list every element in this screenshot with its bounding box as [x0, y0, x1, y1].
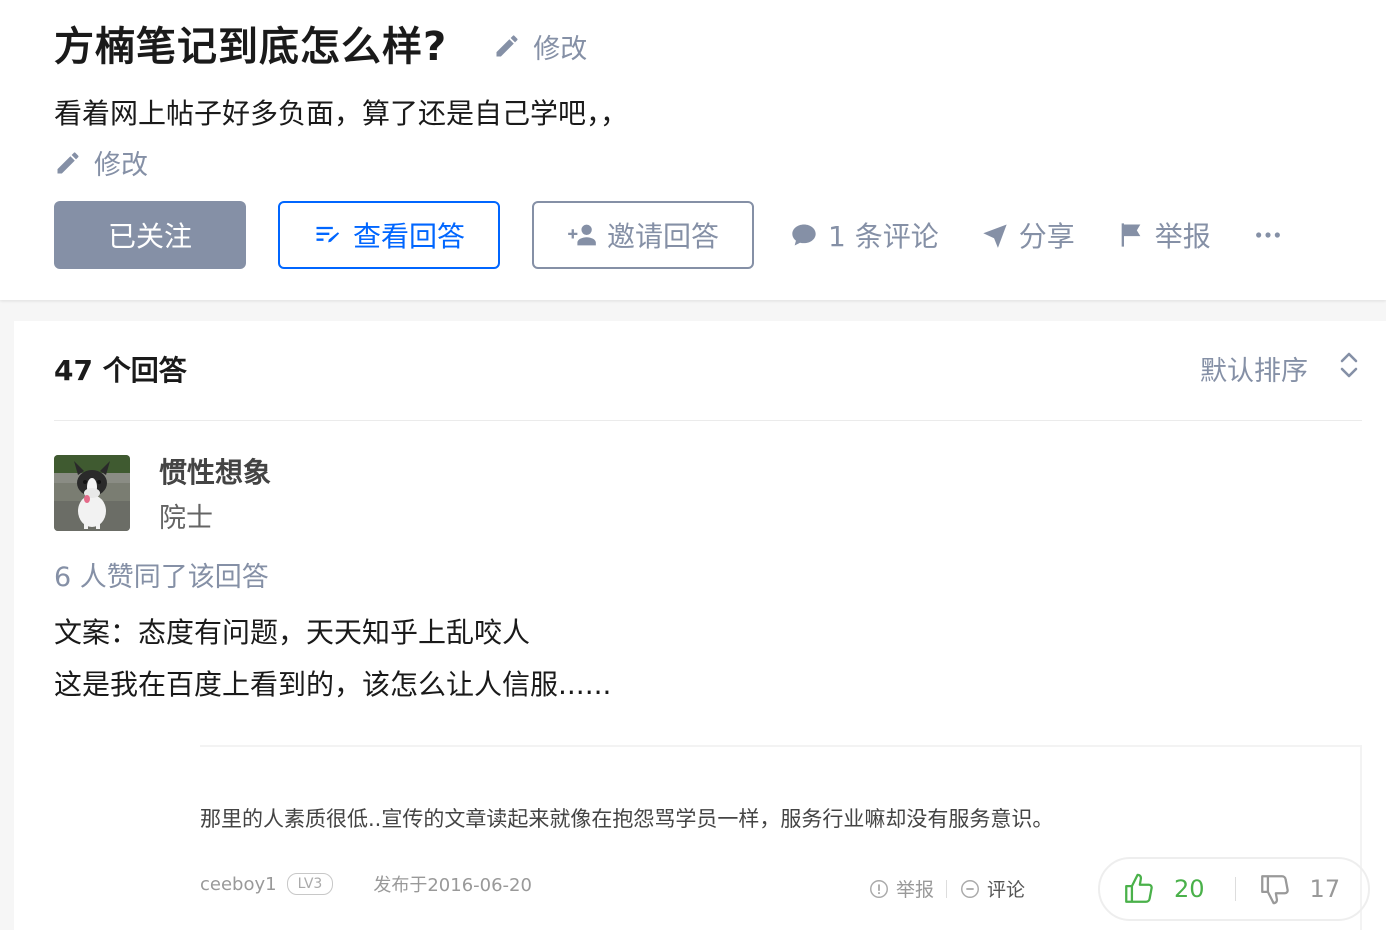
embed-date: 发布于2016-06-20: [373, 875, 532, 896]
embed-downvote: 17: [1258, 872, 1341, 906]
answer-line: 文案：态度有问题，天天知乎上乱咬人: [54, 616, 531, 649]
answers-list: 47 个回答 默认排序 惯性想象 院士 6 人赞同了该回答 文案：态度有问题，天…: [14, 321, 1386, 930]
dog-photo-avatar: [54, 455, 130, 531]
thumbs-down-icon: [1260, 875, 1289, 905]
view-answers-label: 查看回答: [352, 220, 465, 253]
question-detail: 看着网上帖子好多负面，算了还是自己学吧，，: [54, 97, 629, 130]
more-dots-icon: [1255, 232, 1280, 238]
invite-answer-label: 邀请回答: [606, 220, 719, 253]
share-button[interactable]: 分享: [981, 215, 1075, 255]
divider: [1234, 877, 1236, 901]
question-action-bar: 已关注 查看回答 邀请回答 1 条评论 分享 举报: [54, 201, 1283, 269]
more-button[interactable]: [1253, 221, 1283, 249]
add-user-icon: [568, 224, 596, 246]
comments-label: 1 条评论: [828, 220, 939, 253]
embed-vote-pill: 20 17: [1098, 857, 1370, 921]
question-title: 方楠笔记到底怎么样?: [54, 24, 448, 70]
answers-count: 47 个回答: [54, 354, 187, 387]
follow-button[interactable]: 已关注: [54, 201, 246, 269]
vote-summary: 6 人赞同了该回答: [54, 562, 269, 593]
edit-detail-label: 修改: [94, 150, 148, 181]
answer-content: 文案：态度有问题，天天知乎上乱咬人 这是我在百度上看到的，该怎么让人信服....…: [54, 607, 611, 711]
pencil-icon: [57, 151, 79, 173]
sort-chevrons-icon: [1340, 352, 1358, 378]
embed-upvote: 20: [1122, 872, 1205, 906]
invite-answer-button[interactable]: 邀请回答: [532, 201, 754, 269]
embed-report: 举报: [868, 875, 934, 902]
embed-comment: 评论: [959, 875, 1025, 902]
sort-toggle[interactable]: 默认排序: [1200, 349, 1360, 420]
paper-plane-icon: [983, 224, 1007, 248]
embed-upvote-count: 20: [1174, 875, 1205, 903]
author-badge: 院士: [159, 503, 213, 534]
author-avatar[interactable]: [54, 455, 130, 531]
divider: [946, 879, 948, 898]
embed-username: ceeboy1: [200, 873, 277, 895]
view-answers-button[interactable]: 查看回答: [278, 201, 500, 269]
report-button[interactable]: 举报: [1117, 215, 1211, 255]
pencil-icon: [496, 35, 518, 57]
comment-bubble-icon: [792, 224, 816, 246]
question-header: 方楠笔记到底怎么样? 修改 看着网上帖子好多负面，算了还是自己学吧，， 修改 已…: [0, 0, 1386, 300]
embed-report-label: 举报: [896, 879, 935, 901]
author-name[interactable]: 惯性想象: [159, 451, 271, 491]
question-title-row: 方楠笔记到底怎么样? 修改: [54, 14, 587, 72]
flag-icon: [1121, 223, 1141, 247]
info-circle-icon: [870, 879, 888, 898]
embed-downvote-count: 17: [1309, 875, 1341, 903]
embed-user-meta: ceeboy1 LV3 发布于2016-06-20: [200, 871, 532, 897]
answer-line: 这是我在百度上看到的，该怎么让人信服......: [54, 668, 612, 701]
comment-circle-icon: [961, 879, 979, 898]
embed-comment-label: 评论: [987, 879, 1026, 901]
embed-actions: 举报 评论: [868, 875, 1025, 902]
report-label: 举报: [1154, 220, 1211, 253]
embedded-screenshot: 那里的人素质很低..宣传的文章读起来就像在抱怨骂学员一样，服务行业嘛却没有服务意…: [200, 745, 1370, 930]
edit-detail-button[interactable]: 修改: [54, 143, 148, 182]
edit-title-button[interactable]: 修改: [493, 27, 587, 66]
embed-comment-text: 那里的人素质很低..宣传的文章读起来就像在抱怨骂学员一样，服务行业嘛却没有服务意…: [200, 807, 1054, 831]
embed-level-badge: LV3: [286, 873, 334, 895]
sort-label: 默认排序: [1200, 356, 1308, 387]
share-label: 分享: [1018, 220, 1075, 253]
answers-header: 47 个回答 默认排序: [54, 349, 1362, 421]
thumbs-up-icon: [1125, 873, 1153, 903]
edit-title-label: 修改: [533, 33, 588, 65]
list-edit-icon: [316, 226, 340, 243]
comments-button[interactable]: 1 条评论: [790, 215, 939, 255]
